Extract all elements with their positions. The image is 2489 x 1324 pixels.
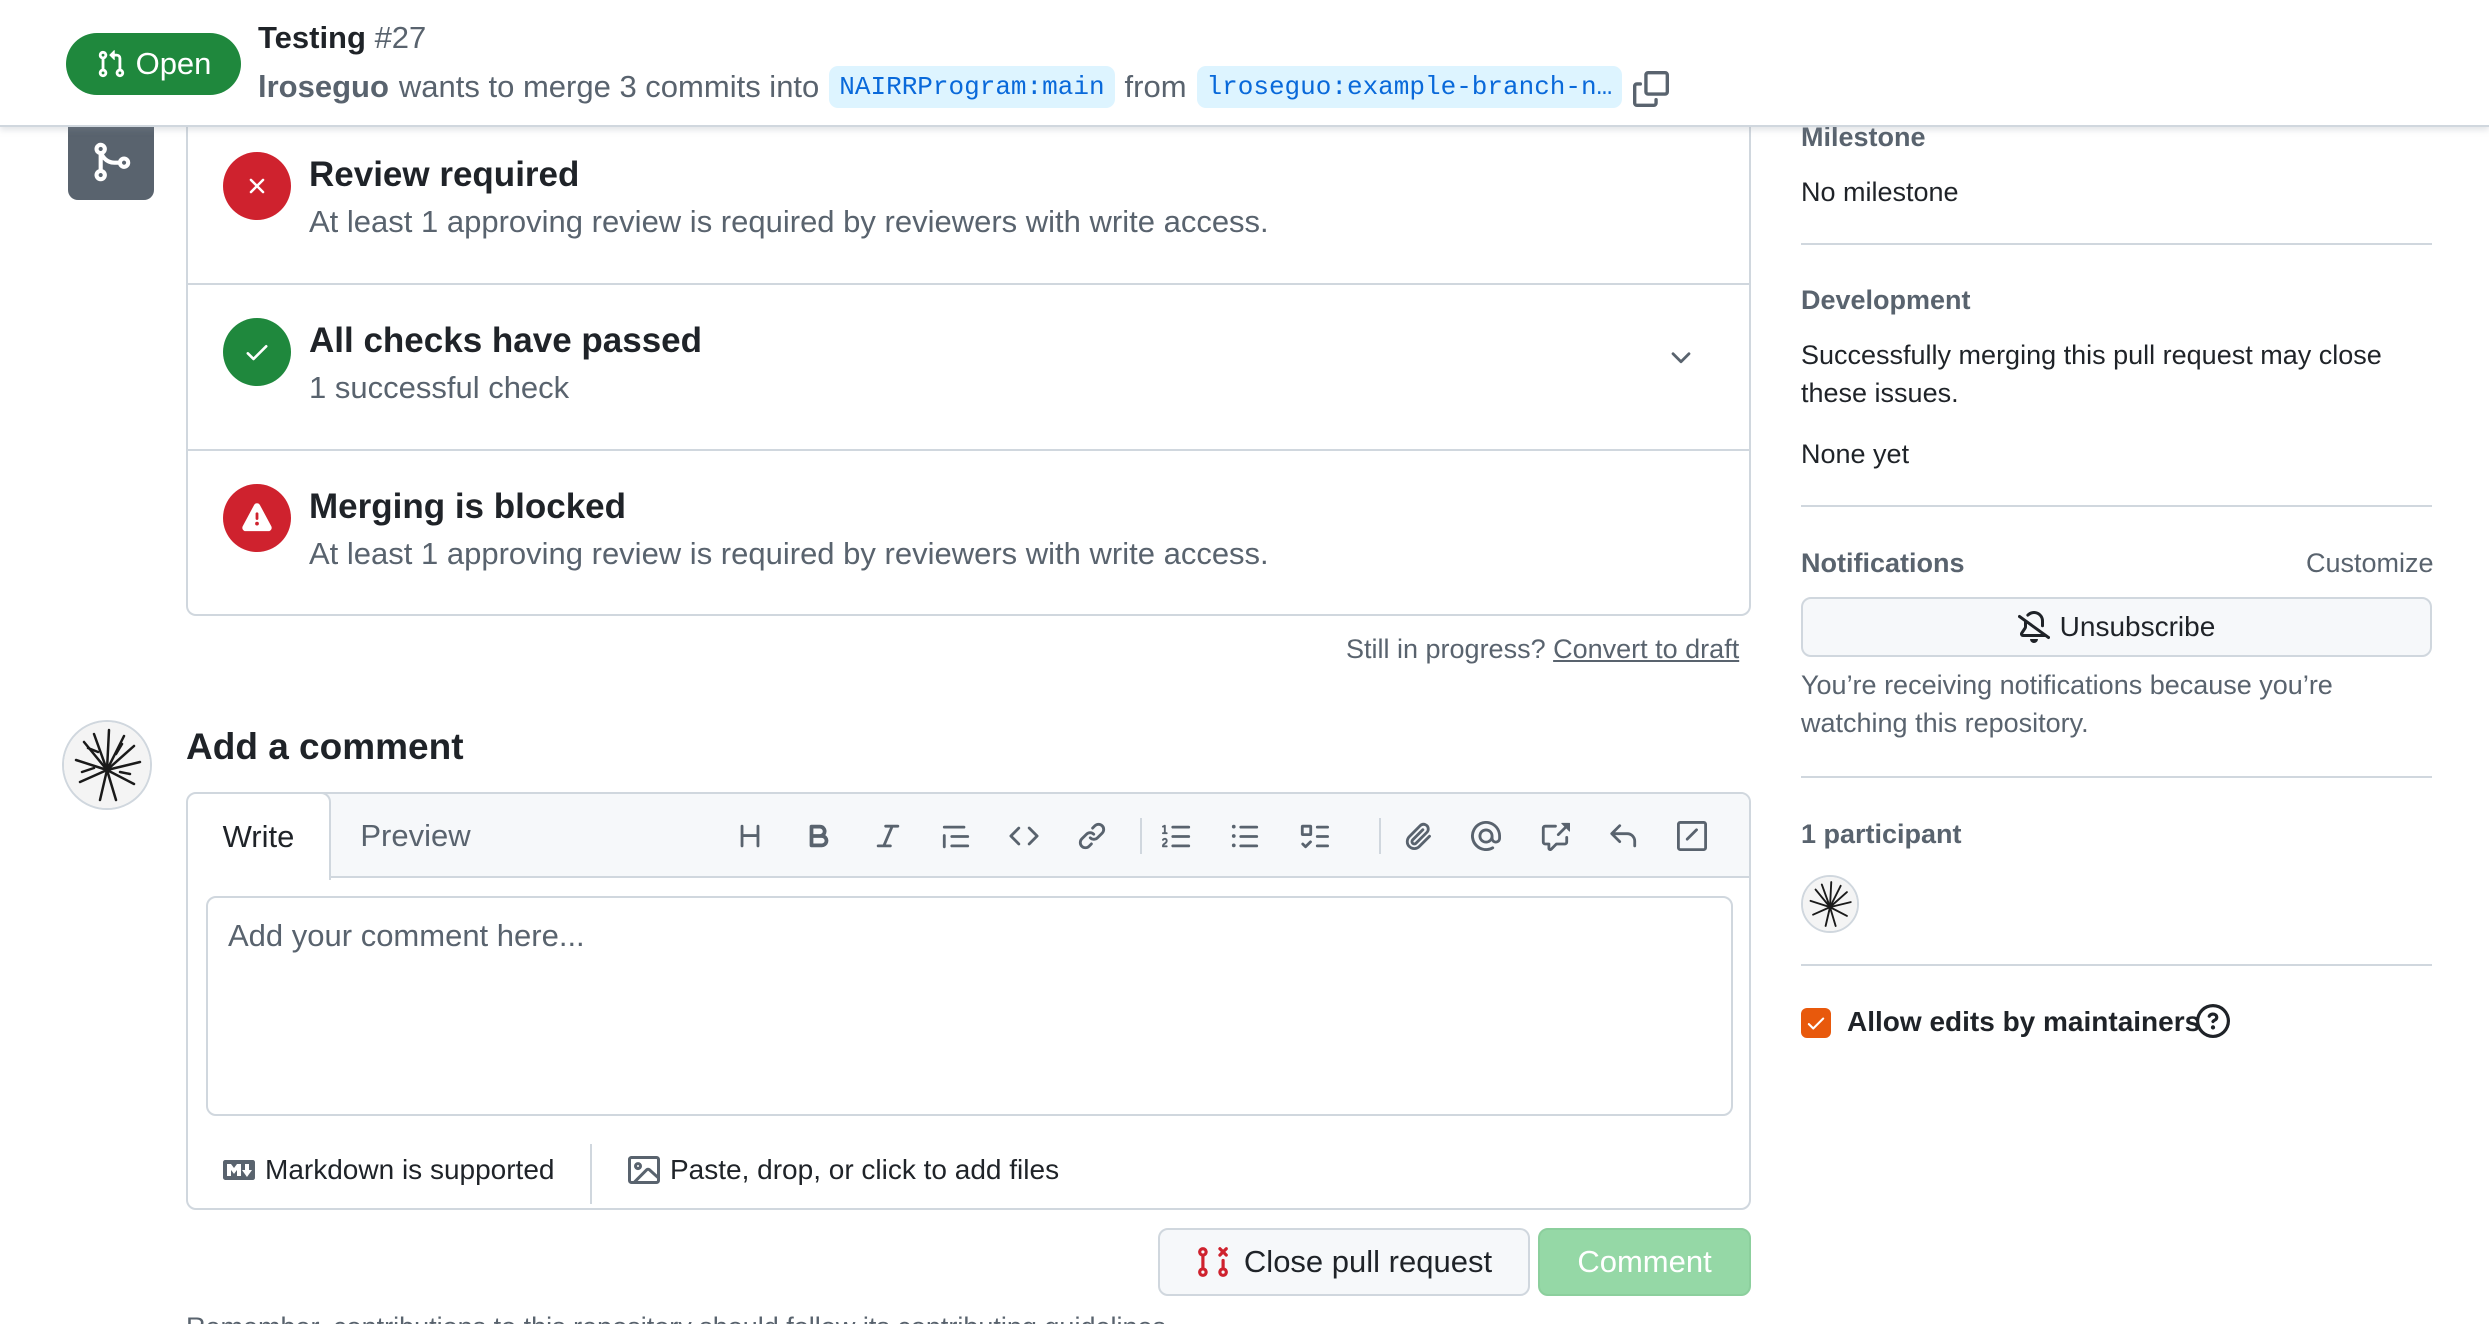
draft-question: Still in progress? — [1346, 634, 1546, 664]
comment-tabbar: Write Preview — [188, 794, 1749, 880]
merge-text: wants to merge 3 commits into — [398, 69, 820, 104]
x-circle-icon — [223, 152, 291, 220]
sidebar-divider — [1801, 776, 2432, 778]
comment-footer: Markdown is supported Paste, drop, or cl… — [188, 1124, 1749, 1208]
image-icon — [628, 1154, 660, 1186]
cross-reference-icon[interactable] — [1534, 815, 1576, 857]
task-list-icon[interactable] — [1293, 815, 1335, 857]
pr-title-row: Testing #27 — [258, 20, 426, 56]
pr-author-link[interactable]: lroseguo — [258, 69, 389, 105]
participant-avatar[interactable] — [1801, 875, 1859, 933]
heading-icon[interactable] — [729, 815, 771, 857]
review-required-row: Review required At least 1 approving rev… — [188, 110, 1749, 283]
merging-blocked-desc: At least 1 approving review is required … — [309, 536, 1269, 571]
question-icon[interactable] — [2196, 1004, 2230, 1038]
notification-reason-line2: watching this repository. — [1801, 708, 2089, 738]
unordered-list-icon[interactable] — [1224, 815, 1266, 857]
reply-icon[interactable] — [1602, 815, 1644, 857]
toolbar-divider — [1379, 818, 1381, 854]
slash-commands-icon[interactable] — [1671, 815, 1713, 857]
pull-request-icon — [96, 49, 126, 79]
sidebar-divider — [1801, 505, 2432, 507]
convert-to-draft-link[interactable]: Convert to draft — [1553, 634, 1739, 664]
copy-icon[interactable] — [1633, 71, 1669, 107]
merge-status-box: Review required At least 1 approving rev… — [186, 110, 1751, 616]
attach-files-button[interactable]: Paste, drop, or click to add files — [628, 1154, 1059, 1186]
attach-icon[interactable] — [1397, 815, 1439, 857]
close-pull-request-button[interactable]: Close pull request — [1158, 1228, 1530, 1296]
unsubscribe-button[interactable]: Unsubscribe — [1801, 597, 2432, 657]
footer-divider — [590, 1144, 592, 1204]
add-comment-heading: Add a comment — [186, 726, 464, 767]
bell-slash-icon — [2017, 611, 2050, 643]
from-text: from — [1124, 69, 1187, 104]
pr-number: #27 — [374, 20, 427, 55]
numbered-list-icon[interactable] — [1156, 815, 1198, 857]
allow-edits-label[interactable]: Allow edits by maintainers — [1847, 1006, 2200, 1038]
check-circle-icon — [223, 318, 291, 386]
milestone-value: No milestone — [1801, 177, 1959, 207]
comment-box: Write Preview Add your comment here... M… — [186, 792, 1751, 1210]
toolbar-divider — [1140, 818, 1142, 854]
review-required-desc: At least 1 approving review is required … — [309, 204, 1269, 239]
tab-preview[interactable]: Preview — [333, 794, 498, 878]
pr-meta-row: lroseguo wants to merge 3 commits into N… — [258, 66, 1623, 108]
notifications-heading: Notifications — [1801, 548, 1965, 578]
close-pull-request-label: Close pull request — [1243, 1244, 1493, 1279]
git-merge-icon — [68, 124, 154, 200]
attach-hint-label: Paste, drop, or click to add files — [670, 1154, 1060, 1185]
pull-request-closed-icon — [1196, 1245, 1230, 1279]
italic-icon[interactable] — [867, 815, 909, 857]
development-heading[interactable]: Development — [1801, 285, 1971, 316]
contributing-guidelines-note: Remember, contributions to this reposito… — [186, 1312, 1174, 1324]
unsubscribe-label: Unsubscribe — [2059, 611, 2216, 642]
alert-icon — [223, 484, 291, 552]
participants-heading: 1 participant — [1801, 819, 1962, 849]
tab-write[interactable]: Write — [188, 794, 331, 880]
development-value: None yet — [1801, 439, 1910, 469]
notification-reason-line1: You’re receiving notifications because y… — [1801, 670, 2333, 700]
customize-link[interactable]: Customize — [2306, 548, 2434, 579]
pr-state-badge: Open — [66, 33, 241, 95]
comment-textarea[interactable] — [206, 896, 1733, 1116]
sidebar-divider — [1801, 964, 2432, 966]
base-branch[interactable]: NAIRRProgram:main — [829, 66, 1115, 108]
markdown-hint-label: Markdown is supported — [265, 1154, 555, 1185]
development-desc-line2: these issues. — [1801, 378, 1959, 408]
review-required-title: Review required — [309, 155, 580, 194]
checks-passed-desc: 1 successful check — [309, 370, 570, 405]
link-icon[interactable] — [1071, 815, 1113, 857]
chevron-down-icon[interactable] — [1666, 343, 1696, 373]
head-branch[interactable]: lroseguo:example-branch-n… — [1196, 66, 1623, 108]
sticky-pr-header: Open Testing #27 lroseguo wants to merge… — [0, 0, 2489, 127]
allow-edits-checkbox[interactable] — [1801, 1008, 1831, 1038]
mention-icon[interactable] — [1465, 815, 1507, 857]
development-desc-line1: Successfully merging this pull request m… — [1801, 340, 2382, 370]
bold-icon[interactable] — [798, 815, 840, 857]
markdown-icon — [223, 1154, 255, 1186]
pr-state-label: Open — [135, 46, 212, 81]
draft-hint: Still in progress? Convert to draft — [1346, 634, 1739, 665]
checks-passed-row[interactable]: All checks have passed 1 successful chec… — [188, 283, 1749, 449]
merging-blocked-row: Merging is blocked At least 1 approving … — [188, 449, 1749, 614]
avatar[interactable] — [62, 720, 152, 810]
code-icon[interactable] — [1003, 815, 1045, 857]
markdown-hint[interactable]: Markdown is supported — [223, 1154, 554, 1186]
sidebar-divider — [1801, 243, 2432, 245]
merging-blocked-title: Merging is blocked — [309, 487, 626, 526]
pr-title: Testing — [258, 20, 366, 55]
quote-icon[interactable] — [935, 815, 977, 857]
comment-submit-button[interactable]: Comment — [1538, 1228, 1751, 1296]
checks-passed-title: All checks have passed — [309, 321, 702, 360]
